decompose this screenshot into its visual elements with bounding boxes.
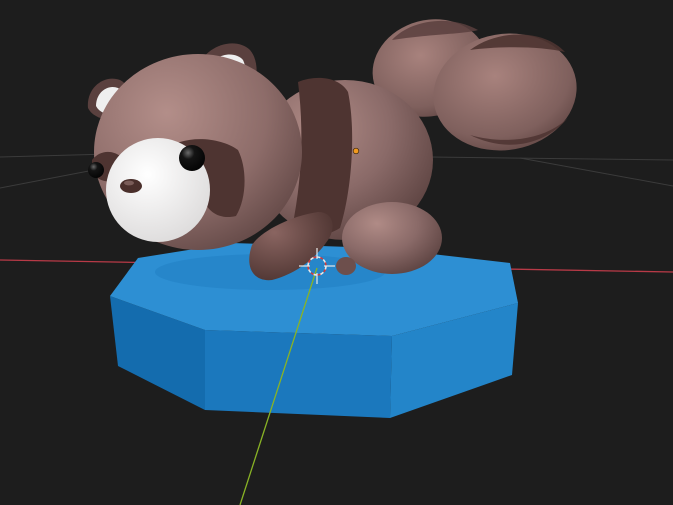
viewport-scene: [0, 7, 673, 505]
raccoon-model[interactable]: [87, 7, 586, 281]
raccoon-eye-right: [179, 145, 205, 171]
raccoon-head: [87, 43, 302, 250]
object-origin-dot: [352, 147, 360, 155]
pedestal-mesh[interactable]: [110, 243, 518, 418]
raccoon-eye-left: [88, 162, 104, 178]
3d-viewport[interactable]: [0, 0, 673, 505]
raccoon-back-leg: [342, 202, 442, 274]
